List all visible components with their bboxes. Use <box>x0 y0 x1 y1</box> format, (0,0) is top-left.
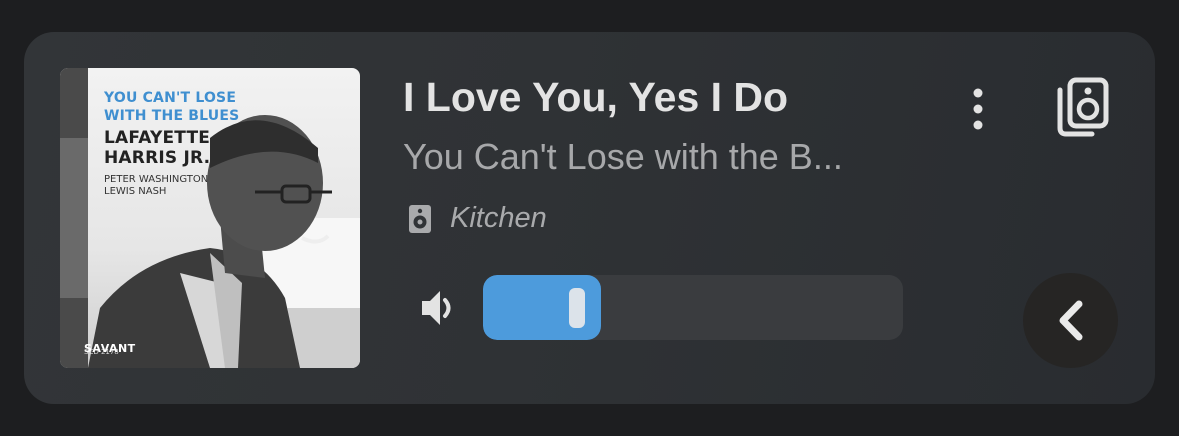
volume-icon[interactable] <box>420 288 454 328</box>
album-title-line1: YOU CAN'T LOSE <box>104 90 237 106</box>
more-vertical-icon <box>973 88 983 130</box>
speaker-icon <box>409 205 431 233</box>
volume-slider[interactable] <box>483 275 903 340</box>
back-button[interactable] <box>1023 273 1118 368</box>
chevron-left-icon <box>1059 300 1083 341</box>
track-title: I Love You, Yes I Do <box>403 74 789 120</box>
record-label-logo: SAVANT <box>84 342 136 355</box>
album-artist-line1: LAFAYETTE <box>104 128 211 148</box>
speaker-group-button[interactable] <box>1052 76 1112 138</box>
speaker-group-icon <box>1057 77 1109 137</box>
track-album: You Can't Lose with the B... <box>403 136 843 177</box>
media-player-card: SCD 2178 YOU CAN'T LOSE WITH THE BLUES L… <box>24 32 1155 404</box>
volume-slider-handle[interactable] <box>569 288 585 328</box>
album-musician1: PETER WASHINGTON <box>104 174 209 185</box>
album-title-line2: WITH THE BLUES <box>104 108 240 124</box>
more-options-button[interactable] <box>956 84 996 134</box>
album-artist-line2: HARRIS JR. <box>104 148 211 168</box>
album-art[interactable]: SCD 2178 YOU CAN'T LOSE WITH THE BLUES L… <box>60 68 360 368</box>
album-musician2: LEWIS NASH <box>104 186 167 197</box>
zone-name: Kitchen <box>450 202 547 234</box>
